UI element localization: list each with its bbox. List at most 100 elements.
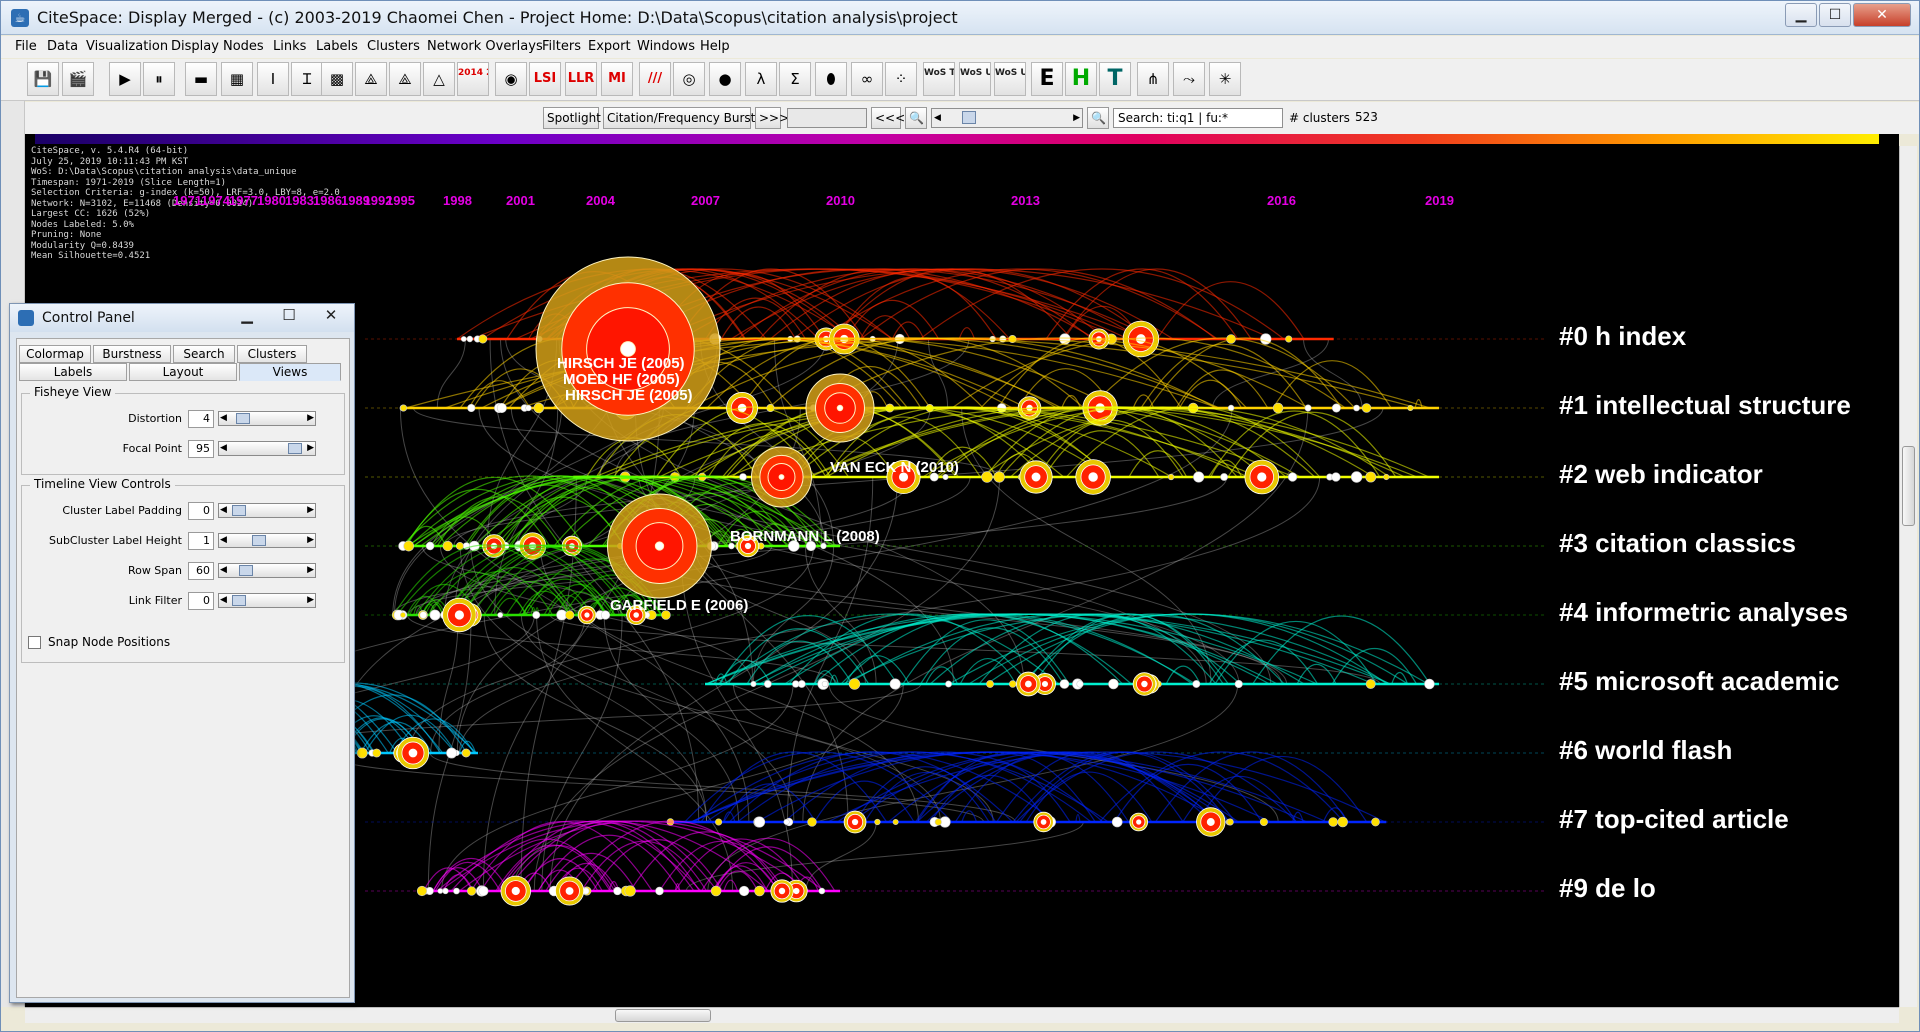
citation-node[interactable]: [532, 611, 541, 619]
citation-node[interactable]: [945, 680, 952, 688]
citation-node[interactable]: [467, 403, 476, 413]
blob-yellow-icon[interactable]: ●: [709, 62, 741, 96]
menu-network-overlays[interactable]: Network Overlays: [427, 39, 543, 54]
bubbles-icon[interactable]: ∞: [851, 62, 883, 96]
citation-node[interactable]: [1088, 472, 1098, 482]
setting-value[interactable]: 95: [188, 440, 214, 458]
burst-icon[interactable]: ✳: [1209, 62, 1241, 96]
citation-node[interactable]: [1193, 471, 1205, 483]
menu-export[interactable]: Export: [588, 39, 631, 54]
target-icon[interactable]: ◎: [673, 62, 705, 96]
citation-node[interactable]: [1371, 817, 1380, 827]
citation-node[interactable]: [442, 887, 449, 895]
link-icon[interactable]: ⤳: [1173, 62, 1205, 96]
citation-node[interactable]: [356, 747, 368, 759]
citation-node[interactable]: [818, 887, 826, 895]
citation-node[interactable]: [778, 887, 786, 895]
citation-node[interactable]: [993, 471, 1005, 483]
cluster-label[interactable]: #0 h index: [1559, 321, 1686, 352]
citation-node[interactable]: [511, 886, 520, 896]
citation-node[interactable]: [783, 818, 790, 826]
citation-node[interactable]: [1331, 403, 1341, 413]
lambda-icon[interactable]: λ: [745, 62, 777, 96]
t-icon[interactable]: T: [1099, 62, 1131, 96]
snap-node-positions-checkbox[interactable]: [28, 636, 41, 649]
e-icon[interactable]: E: [1031, 62, 1063, 96]
cluster-grid-icon[interactable]: ▩: [321, 62, 353, 96]
cp-maximize-button[interactable]: ☐: [268, 304, 310, 326]
citation-node[interactable]: [1304, 404, 1312, 412]
bubble-yellow-icon[interactable]: ⬮: [815, 62, 847, 96]
citation-node[interactable]: [478, 885, 489, 897]
cp-close-button[interactable]: ✕: [310, 304, 352, 326]
citation-node[interactable]: [1272, 402, 1284, 414]
citation-node[interactable]: [584, 612, 590, 618]
citation-node[interactable]: [453, 887, 460, 895]
horizontal-scrollbar[interactable]: [25, 1007, 1899, 1023]
citation-node[interactable]: [889, 678, 901, 690]
movie-icon[interactable]: 🎬: [62, 62, 94, 96]
setting-slider[interactable]: ◀ ▶: [218, 441, 316, 456]
cluster-label[interactable]: #3 citation classics: [1559, 528, 1796, 559]
citation-node[interactable]: [753, 816, 766, 828]
cluster-label[interactable]: #1 intellectual structure: [1559, 390, 1851, 421]
setting-value[interactable]: 60: [188, 562, 214, 580]
cluster-label[interactable]: #2 web indicator: [1559, 459, 1763, 490]
text-cursor-icon[interactable]: I: [257, 62, 289, 96]
tree-icon[interactable]: ⋔: [1137, 62, 1169, 96]
citation-node[interactable]: [454, 610, 464, 620]
citation-node[interactable]: [821, 680, 829, 688]
network-icon[interactable]: ⟁: [355, 62, 387, 96]
network-alt-icon[interactable]: ⟁: [389, 62, 421, 96]
menu-file[interactable]: File: [15, 39, 37, 54]
citation-node[interactable]: [848, 678, 861, 690]
tab-views[interactable]: Views: [239, 363, 341, 381]
citation-node[interactable]: [442, 540, 453, 552]
slashes-icon[interactable]: ///: [639, 62, 671, 96]
citation-node[interactable]: [655, 886, 664, 896]
citation-node[interactable]: [1365, 471, 1377, 483]
citation-node[interactable]: [892, 819, 899, 825]
citation-node[interactable]: [1353, 404, 1360, 412]
citation-node[interactable]: [1220, 473, 1228, 481]
citation-node[interactable]: [1424, 678, 1435, 690]
zoom-out-icon[interactable]: 🔍: [905, 107, 927, 129]
citation-node[interactable]: [1365, 679, 1376, 689]
menu-visualization[interactable]: Visualization: [86, 39, 168, 54]
setting-value[interactable]: 0: [188, 592, 214, 610]
citation-node[interactable]: [624, 885, 636, 897]
citation-node[interactable]: [1111, 816, 1123, 828]
spotlight-button[interactable]: Spotlight: [543, 107, 601, 129]
setting-slider[interactable]: ◀ ▶: [218, 533, 316, 548]
tab-colormap[interactable]: Colormap: [19, 345, 91, 363]
save-icon[interactable]: 💾: [27, 62, 59, 96]
citation-node[interactable]: [1350, 471, 1363, 483]
node-label[interactable]: VAN ECK N (2010): [830, 459, 959, 476]
citation-node[interactable]: [715, 818, 723, 826]
citation-node[interactable]: [750, 681, 757, 687]
maximize-button[interactable]: ☐: [1819, 3, 1851, 27]
zoom-in-icon[interactable]: 🔍: [1087, 107, 1109, 129]
citation-node[interactable]: [497, 612, 504, 618]
citation-node[interactable]: [1041, 680, 1049, 688]
citation-node[interactable]: [416, 885, 428, 897]
citation-node[interactable]: [754, 885, 765, 897]
burst-citation-node[interactable]: [654, 541, 665, 551]
cluster-label[interactable]: #5 microsoft academic: [1559, 666, 1839, 697]
tab-clusters[interactable]: Clusters: [237, 345, 307, 363]
cluster-label[interactable]: #4 informetric analyses: [1559, 597, 1848, 628]
setting-slider[interactable]: ◀ ▶: [218, 563, 316, 578]
citation-node[interactable]: [565, 887, 574, 895]
citation-node[interactable]: [1328, 817, 1338, 827]
node-label[interactable]: BORNMANN L (2008): [730, 528, 880, 545]
citation-node[interactable]: [425, 541, 435, 551]
citation-node[interactable]: [1040, 819, 1047, 825]
citation-node[interactable]: [565, 610, 575, 620]
citation-node[interactable]: [429, 609, 441, 621]
vertical-scrollbar[interactable]: [1899, 146, 1917, 1007]
citation-node[interactable]: [986, 680, 994, 688]
burst-field[interactable]: [787, 108, 867, 128]
citation-node[interactable]: [1287, 472, 1298, 482]
citation-node[interactable]: [1108, 678, 1119, 690]
dots-icon[interactable]: ⁘: [885, 62, 917, 96]
